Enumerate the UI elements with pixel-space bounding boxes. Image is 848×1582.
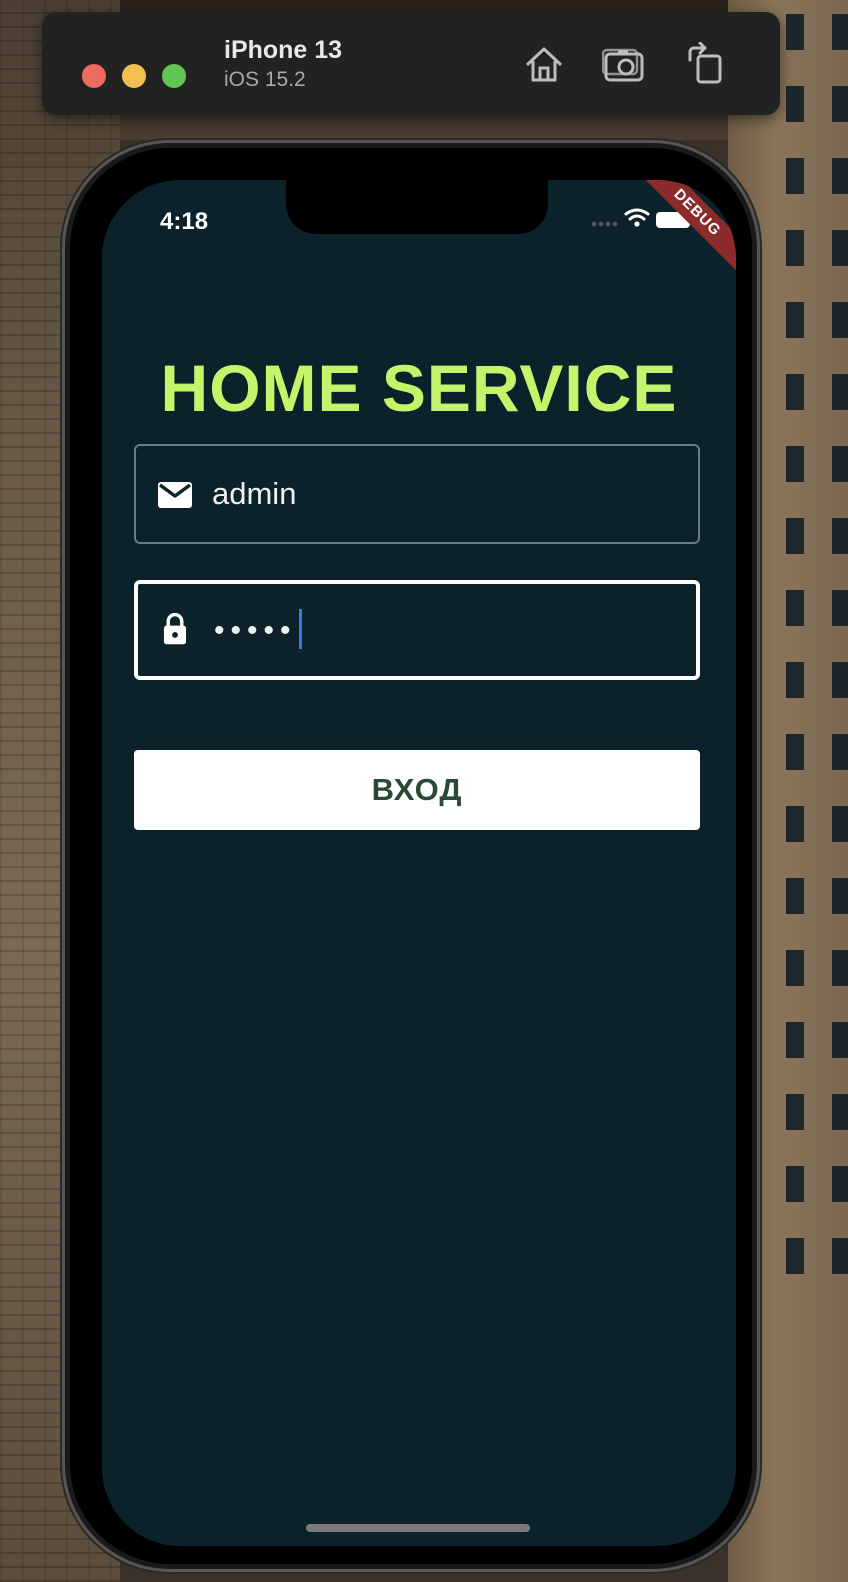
email-field[interactable]: admin bbox=[134, 444, 700, 544]
email-input-value[interactable]: admin bbox=[212, 476, 296, 512]
password-input-value[interactable]: ••••• bbox=[214, 609, 302, 652]
device-name: iPhone 13 bbox=[224, 36, 343, 64]
app-title: HOME SERVICE bbox=[160, 351, 678, 425]
email-icon bbox=[158, 482, 192, 508]
phone-screen: 4:18 DEBUG HOME SERVICE admin ••••• ВХОД bbox=[102, 180, 736, 1546]
screenshot-camera-icon[interactable] bbox=[602, 42, 646, 86]
lock-icon bbox=[163, 612, 187, 645]
status-bar-time: 4:18 bbox=[160, 208, 209, 235]
rotate-device-icon[interactable] bbox=[684, 42, 728, 86]
login-button[interactable]: ВХОД bbox=[134, 750, 700, 830]
phone-frame: 4:18 DEBUG HOME SERVICE admin ••••• ВХОД bbox=[62, 140, 760, 1572]
wifi-dot-icon bbox=[634, 221, 640, 227]
background-windows bbox=[768, 0, 848, 1300]
wifi-icon bbox=[624, 208, 650, 221]
password-masked-text: ••••• bbox=[214, 613, 297, 647]
home-indicator[interactable] bbox=[306, 1524, 530, 1532]
text-caret bbox=[298, 609, 302, 649]
minimize-window-button[interactable] bbox=[122, 64, 146, 88]
notch bbox=[286, 180, 548, 234]
zoom-window-button[interactable] bbox=[162, 64, 186, 88]
close-window-button[interactable] bbox=[82, 64, 106, 88]
phone-bezel: 4:18 DEBUG HOME SERVICE admin ••••• ВХОД bbox=[70, 148, 752, 1564]
simulator-title-bar: iPhone 13 iOS 15.2 bbox=[42, 12, 780, 115]
home-icon[interactable] bbox=[522, 42, 566, 86]
device-os-version: iOS 15.2 bbox=[224, 68, 306, 91]
password-field[interactable]: ••••• bbox=[134, 580, 700, 680]
cellular-signal-icon bbox=[591, 221, 618, 227]
